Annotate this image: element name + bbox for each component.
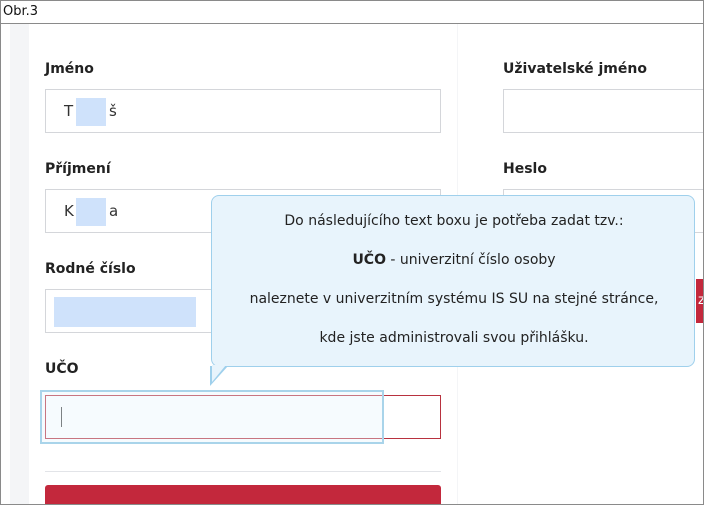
- uco-highlight-box: [40, 390, 384, 444]
- tooltip-line-2: UČO - univerzitní číslo osoby: [212, 252, 696, 268]
- last-name-value-start: K: [64, 202, 74, 220]
- figure-caption: Obr.3: [1, 1, 703, 24]
- tooltip-line-1: Do následujícího text boxu je potřeba za…: [284, 213, 624, 229]
- first-name-label: Jméno: [45, 61, 94, 77]
- redaction-box: [54, 297, 196, 327]
- last-name-value-end: a: [109, 202, 119, 220]
- birth-number-label: Rodné číslo: [45, 261, 136, 277]
- first-name-value-end: š: [109, 102, 117, 120]
- redaction-box: [76, 198, 106, 226]
- divider: [45, 471, 441, 472]
- register-button[interactable]: z: [696, 279, 703, 323]
- username-input[interactable]: [503, 89, 703, 133]
- tooltip-uco-description: - univerzitní číslo osoby: [385, 252, 556, 268]
- last-name-label: Příjmení: [45, 161, 111, 177]
- submit-button[interactable]: [45, 485, 441, 504]
- tooltip-uco-bold: UČO: [352, 252, 386, 268]
- help-tooltip: Do následujícího text boxu je potřeba za…: [211, 195, 695, 367]
- tooltip-line-4: kde jste administrovali svou přihlášku.: [319, 330, 589, 346]
- redaction-box: [76, 98, 106, 126]
- first-name-value-start: T: [64, 102, 74, 120]
- uco-label: UČO: [45, 361, 79, 377]
- tooltip-tail-inner: [212, 365, 226, 382]
- username-label: Uživatelské jméno: [503, 61, 647, 77]
- first-name-input[interactable]: T š: [45, 89, 441, 133]
- password-label: Heslo: [503, 161, 547, 177]
- tooltip-line-3: naleznete v univerzitním systému IS SU n…: [249, 291, 659, 307]
- screenshot-frame: Obr.3 Jméno T š Příjmení K a Rodné číslo…: [0, 0, 704, 505]
